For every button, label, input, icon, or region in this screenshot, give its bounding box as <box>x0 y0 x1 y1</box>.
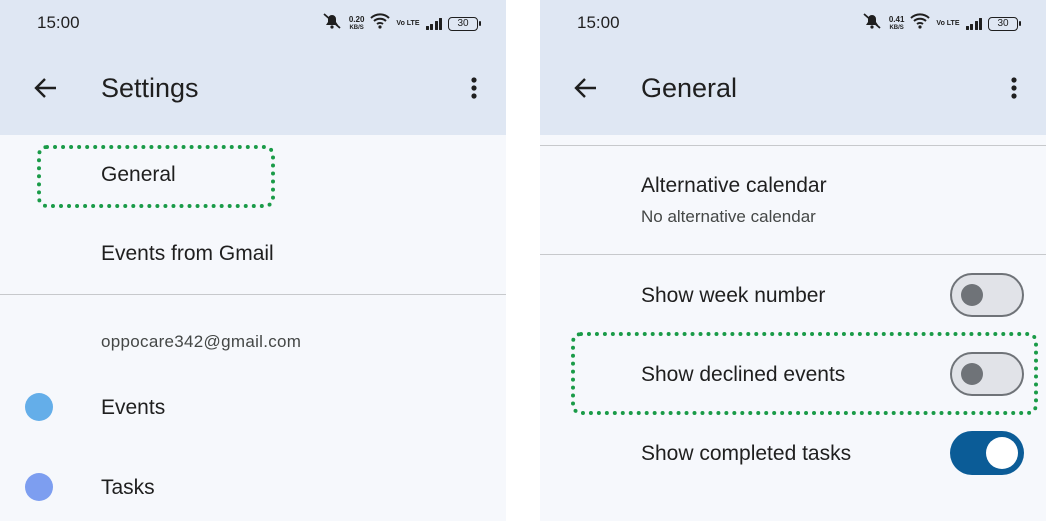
show-completed-tasks-label: Show completed tasks <box>641 442 852 465</box>
calendar-item-tasks[interactable]: Tasks <box>0 455 506 519</box>
setting-show-completed-tasks[interactable]: Show completed tasks <box>540 424 1046 484</box>
more-options-button[interactable] <box>1000 70 1028 110</box>
status-time: 15:00 <box>577 13 620 32</box>
show-declined-events-switch[interactable] <box>950 352 1024 396</box>
calendar-item-events[interactable]: Events <box>0 375 506 439</box>
tasks-color-dot <box>25 473 53 501</box>
more-options-button[interactable] <box>460 70 488 110</box>
divider <box>540 145 1046 146</box>
settings-item-general-label: General <box>101 163 176 186</box>
settings-item-events-from-gmail[interactable]: Events from Gmail <box>0 220 506 290</box>
calendar-item-events-label: Events <box>101 396 166 419</box>
alternative-calendar-value: No alternative calendar <box>641 207 816 226</box>
calendar-item-tasks-label: Tasks <box>101 476 155 499</box>
net-speed-unit: KB/S <box>349 24 364 31</box>
mute-icon <box>861 12 883 35</box>
net-speed: 0.20 KB/S <box>348 14 365 32</box>
page-title: General <box>641 73 738 103</box>
setting-alternative-calendar[interactable]: Alternative calendar No alternative cale… <box>540 160 1046 245</box>
settings-screen: 15:00 0.20 KB/S Vo LTE 30 Settings Gener… <box>0 0 506 521</box>
show-week-number-label: Show week number <box>641 284 826 307</box>
wifi-icon <box>910 13 931 34</box>
setting-show-week-number[interactable]: Show week number <box>540 266 1046 326</box>
alternative-calendar-label: Alternative calendar <box>641 174 827 197</box>
events-color-dot <box>25 393 53 421</box>
mute-icon <box>321 12 343 35</box>
status-icons: 0.20 KB/S Vo LTE 30 <box>321 12 481 35</box>
arrow-back-icon <box>573 75 599 106</box>
divider <box>540 254 1046 255</box>
more-vert-icon <box>470 76 478 105</box>
app-bar: General <box>540 46 1046 135</box>
settings-item-general[interactable]: General <box>0 140 506 210</box>
signal-icon <box>965 17 982 30</box>
net-speed-unit: KB/S <box>889 24 904 31</box>
divider <box>0 294 506 295</box>
show-week-number-switch[interactable] <box>950 273 1024 317</box>
volte-label: Vo LTE <box>936 20 960 27</box>
setting-show-declined-events[interactable]: Show declined events <box>540 345 1046 405</box>
page-title: Settings <box>101 73 199 103</box>
switch-knob <box>961 363 983 385</box>
wifi-icon <box>370 13 391 34</box>
switch-knob <box>961 284 983 306</box>
show-declined-events-label: Show declined events <box>641 363 846 386</box>
settings-item-events-from-gmail-label: Events from Gmail <box>101 242 274 265</box>
net-speed: 0.41 KB/S <box>888 14 905 32</box>
switch-knob <box>986 437 1018 469</box>
net-speed-value: 0.20 <box>348 14 365 24</box>
status-bar: 15:00 0.41 KB/S Vo LTE 30 <box>540 0 1046 46</box>
signal-icon <box>425 17 442 30</box>
back-button[interactable] <box>566 70 606 110</box>
status-bar: 15:00 0.20 KB/S Vo LTE 30 <box>0 0 506 46</box>
back-button[interactable] <box>26 70 66 110</box>
show-completed-tasks-switch[interactable] <box>950 431 1024 475</box>
battery-icon: 30 <box>988 16 1021 31</box>
net-speed-value: 0.41 <box>888 14 905 24</box>
arrow-back-icon <box>33 75 59 106</box>
status-icons: 0.41 KB/S Vo LTE 30 <box>861 12 1021 35</box>
account-email: oppocare342@gmail.com <box>101 332 302 351</box>
more-vert-icon <box>1010 76 1018 105</box>
battery-icon: 30 <box>448 16 481 31</box>
status-time: 15:00 <box>37 13 80 32</box>
general-settings-screen: 15:00 0.41 KB/S Vo LTE 30 General Altern… <box>540 0 1046 521</box>
volte-label: Vo LTE <box>396 20 420 27</box>
app-bar: Settings <box>0 46 506 135</box>
